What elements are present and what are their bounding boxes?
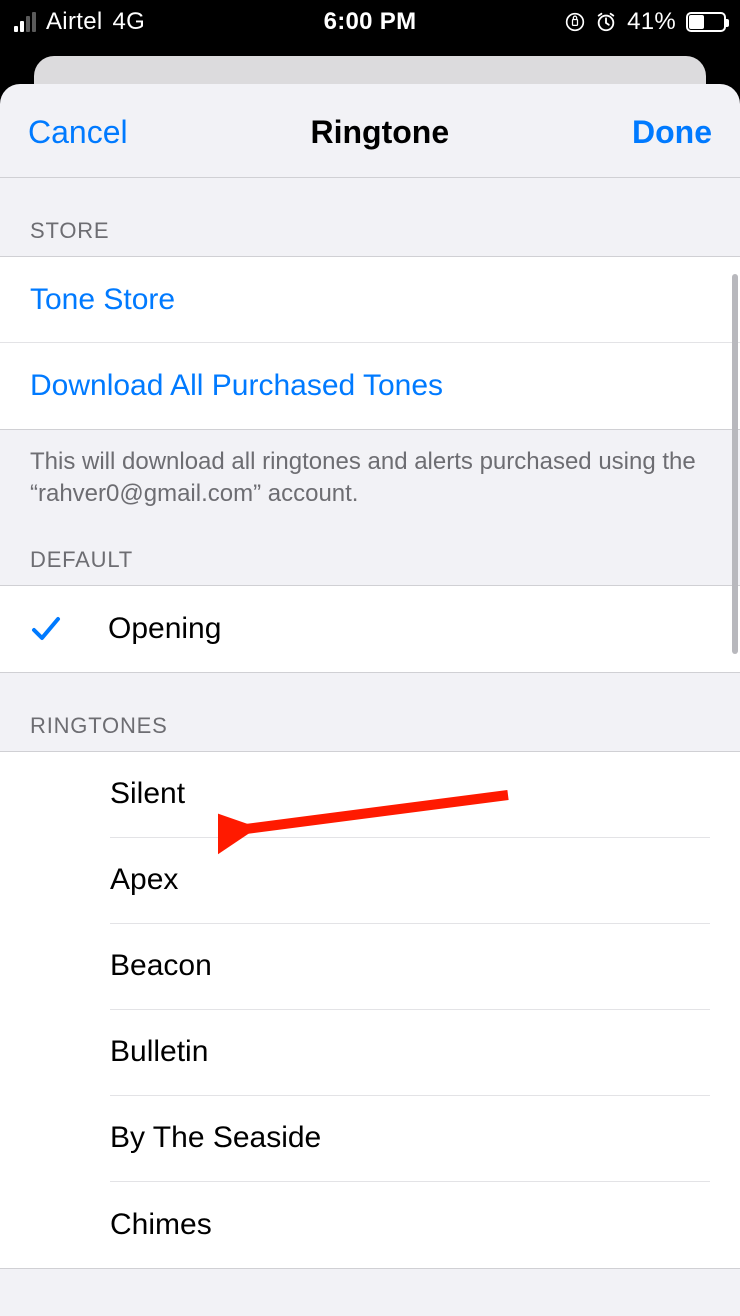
section-header-ringtones: RINGTONES: [0, 673, 740, 751]
signal-icon: [14, 12, 36, 32]
ringtone-label: Bulletin: [110, 1035, 710, 1069]
store-footer-text: This will download all ringtones and ale…: [0, 430, 740, 519]
store-group: Tone Store Download All Purchased Tones: [0, 256, 740, 430]
ringtone-label: By The Seaside: [110, 1121, 710, 1155]
done-button[interactable]: Done: [632, 114, 712, 151]
default-ringtone-row[interactable]: Opening: [0, 586, 740, 672]
ringtone-label: Beacon: [110, 949, 710, 983]
battery-pct-label: 41%: [627, 8, 676, 36]
download-all-label: Download All Purchased Tones: [30, 369, 710, 403]
tone-store-row[interactable]: Tone Store: [0, 257, 740, 343]
status-right: 41%: [565, 8, 726, 36]
default-ringtone-label: Opening: [108, 612, 710, 646]
status-left: Airtel 4G: [14, 8, 145, 36]
checkmark-icon: [30, 613, 62, 645]
ringtone-label: Chimes: [110, 1208, 710, 1242]
default-group: Opening: [0, 585, 740, 673]
ringtone-row-apex[interactable]: Apex: [0, 838, 740, 924]
cancel-button[interactable]: Cancel: [28, 114, 128, 151]
tone-store-label: Tone Store: [30, 283, 710, 317]
battery-icon: [686, 12, 726, 32]
ringtone-sheet: Cancel Ringtone Done STORE Tone Store Do…: [0, 84, 740, 1316]
nav-header: Cancel Ringtone Done: [0, 84, 740, 178]
ringtone-label: Apex: [110, 863, 710, 897]
section-header-default: DEFAULT: [0, 519, 740, 585]
ringtones-group: Silent Apex Beacon Bulletin By The Seasi…: [0, 751, 740, 1269]
orientation-lock-icon: [565, 12, 585, 32]
ringtone-row-by-the-seaside[interactable]: By The Seaside: [0, 1096, 740, 1182]
page-title: Ringtone: [310, 114, 449, 151]
download-all-row[interactable]: Download All Purchased Tones: [0, 343, 740, 429]
ringtone-row-silent[interactable]: Silent: [0, 752, 740, 838]
ringtone-row-bulletin[interactable]: Bulletin: [0, 1010, 740, 1096]
network-label: 4G: [112, 8, 145, 36]
ringtone-row-beacon[interactable]: Beacon: [0, 924, 740, 1010]
alarm-icon: [595, 11, 617, 33]
ringtone-row-chimes[interactable]: Chimes: [0, 1182, 740, 1268]
section-header-store: STORE: [0, 178, 740, 256]
status-bar: Airtel 4G 6:00 PM 41%: [0, 0, 740, 44]
scrollbar[interactable]: [732, 274, 738, 654]
carrier-label: Airtel: [46, 8, 102, 36]
ringtone-label: Silent: [110, 777, 710, 811]
background-card-stub: [34, 56, 706, 84]
